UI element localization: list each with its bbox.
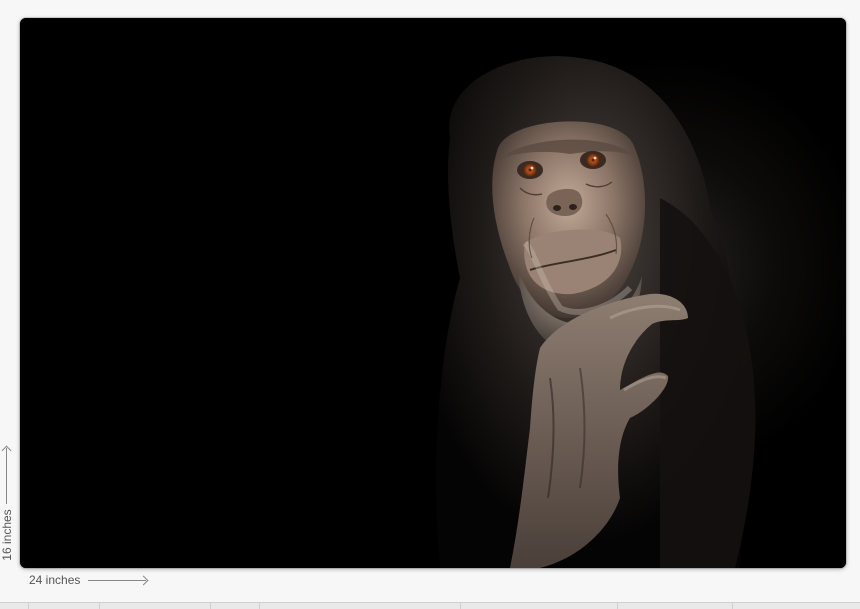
toolbar-segment — [461, 603, 618, 609]
canvas-print-preview — [20, 18, 846, 568]
toolbar-segment — [100, 603, 211, 609]
toolbar-segment — [0, 603, 29, 609]
arrow-up-icon — [6, 448, 7, 504]
toolbar-segment — [618, 603, 733, 609]
height-label: 16 inches — [0, 509, 14, 561]
toolbar-segment — [211, 603, 260, 609]
chimpanzee-photo — [20, 18, 846, 568]
arrow-right-icon — [88, 579, 147, 581]
width-label: 24 inches — [29, 573, 81, 587]
width-dimension: 24 inches — [29, 572, 147, 588]
toolbar-segment — [29, 603, 100, 609]
height-dimension: 16 inches — [0, 446, 14, 562]
toolbar-segment — [260, 603, 461, 609]
